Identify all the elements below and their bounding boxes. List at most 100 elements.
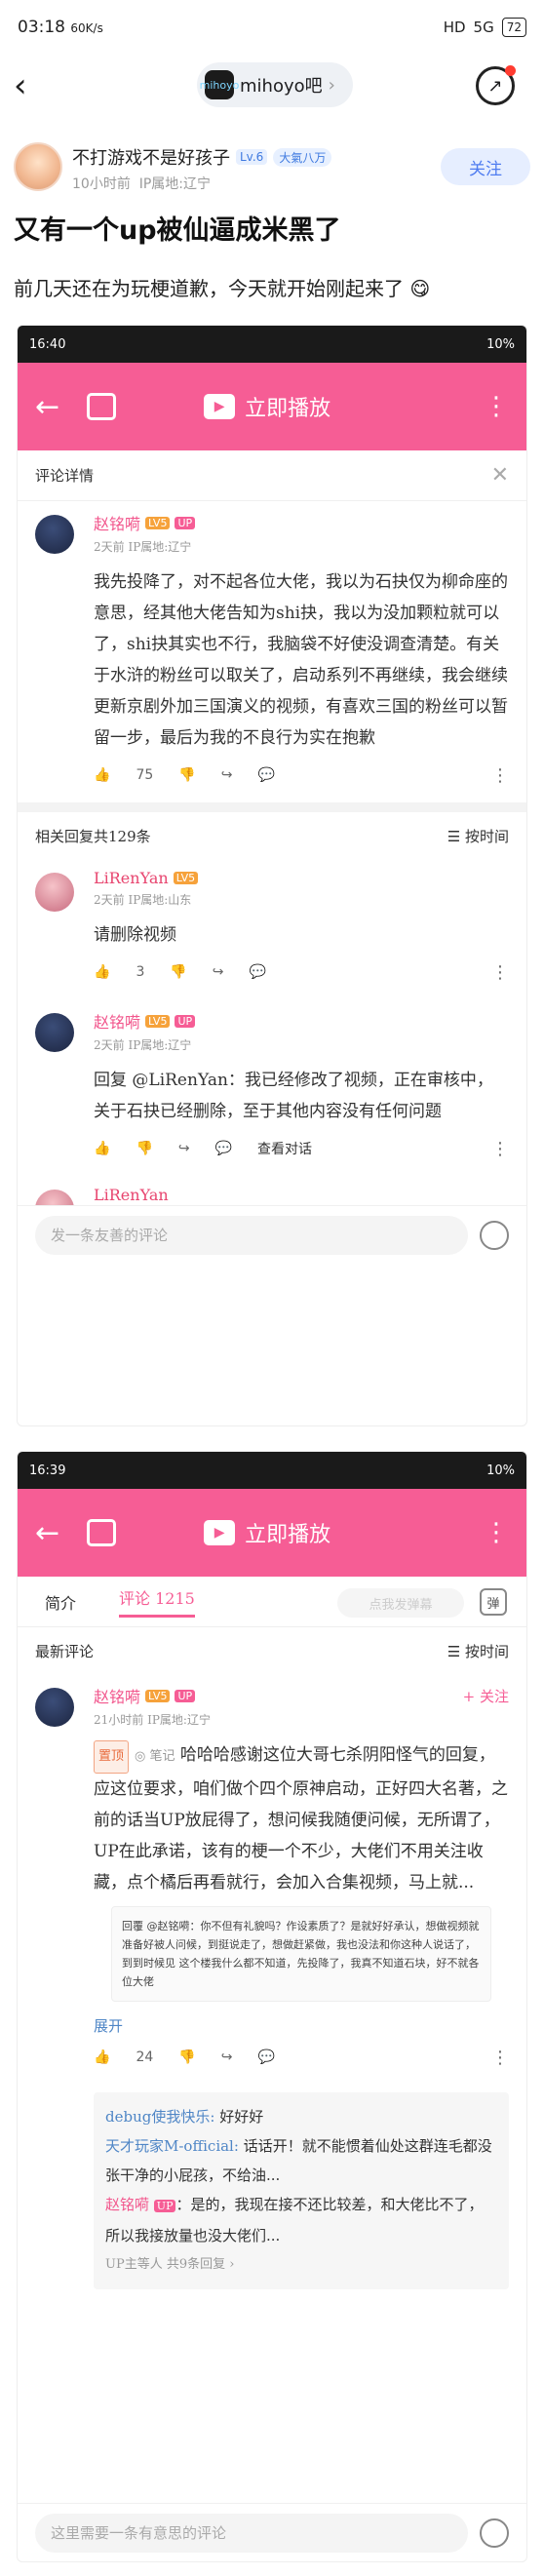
dislike-icon: 👎 bbox=[178, 2049, 196, 2065]
post-ip: IP属地:辽宁 bbox=[138, 176, 212, 192]
forum-chip[interactable]: mihoyo mihoyo吧 › bbox=[197, 62, 353, 107]
carrier-label: HD bbox=[443, 19, 466, 36]
share-icon[interactable]: ↗ bbox=[476, 65, 516, 105]
play-icon: ▶ bbox=[204, 1520, 236, 1545]
play-icon: ▶ bbox=[204, 394, 236, 419]
comment-body: 置顶 ◎ 笔记 哈哈哈感谢这位大哥七杀阴阳怪气的回复，应这位要求，咱们做个四个原神… bbox=[94, 1739, 509, 1898]
author-name[interactable]: 不打游戏不是好孩子 bbox=[72, 144, 230, 170]
commenter-line: 赵铭嗬 LV5 UP bbox=[94, 511, 509, 534]
status-right: HD 5G 72 bbox=[444, 18, 526, 37]
video-header: ← ▶ 立即播放 ⋮ bbox=[18, 1489, 526, 1577]
embedded-screenshot-1: 16:40 10% ← ▶ 立即播放 ⋮ 评论详情 ✕ 赵铭嗬 LV5 UP 2天前 IP… bbox=[17, 325, 527, 1426]
back-arrow-icon: ← bbox=[35, 1515, 60, 1550]
expand-link: 展开 bbox=[94, 2017, 124, 2035]
reply-2: 赵铭嗬 LV5 UP 2天前 IP属地:辽宁 回复 @LiRenYan：我已经修改了… bbox=[18, 999, 526, 1176]
emoji-icon bbox=[480, 1220, 509, 1250]
commenter-avatar bbox=[35, 515, 74, 554]
inner-status-bar: 16:39 10% bbox=[18, 1452, 526, 1489]
comment-actions: 👍 24 👎 ↪ 💬 ⋮ bbox=[94, 2036, 509, 2079]
comment-time: 2天前 IP属地:辽宁 bbox=[94, 1038, 192, 1052]
share-arrow-icon: ↪ bbox=[220, 767, 233, 783]
main-comment: 赵铭嗬 LV5 UP 2天前 IP属地:辽宁 我先投降了，对不起各位大佬，我以为石抉… bbox=[18, 501, 526, 802]
author-line: 不打游戏不是好孩子 Lv.6 大氣八万 bbox=[72, 144, 332, 170]
like-count: 75 bbox=[136, 767, 154, 783]
sort-icon: ☰ bbox=[447, 827, 461, 845]
reply-line: 天才玩家M-official: 话话开！就不能惯着仙处这群连毛都没张干净的小屁孩… bbox=[105, 2131, 497, 2190]
status-left: 03:18 60K/s bbox=[18, 18, 103, 37]
play-label: 立即播放 bbox=[245, 1523, 331, 1547]
back-arrow-icon: ← bbox=[35, 389, 60, 424]
comment-text: 请删除视频 bbox=[94, 925, 176, 945]
post-meta: 10小时前 IP属地:辽宁 bbox=[72, 174, 211, 193]
inner-battery: 10% bbox=[486, 336, 515, 352]
reply-1: LiRenYan LV5 2天前 IP属地:山东 请删除视频 👍 3 👎 ↪ 💬 ⋮ bbox=[18, 859, 526, 999]
note-label: ◎ 笔记 bbox=[135, 1749, 175, 1764]
status-time: 03:18 bbox=[18, 18, 65, 37]
comment-detail-header: 评论详情 ✕ bbox=[18, 450, 526, 501]
more-icon: ⋮ bbox=[484, 392, 509, 421]
comment-time: 2天前 IP属地:辽宁 bbox=[94, 540, 192, 554]
forum-logo-icon: mihoyo bbox=[200, 70, 239, 99]
status-bar: 03:18 60K/s HD 5G 72 bbox=[0, 0, 544, 55]
sort-icon: ☰ bbox=[447, 1642, 461, 1660]
pinned-tag: 置顶 bbox=[94, 1740, 130, 1774]
section-divider bbox=[18, 802, 526, 812]
level-badge: Lv.6 bbox=[236, 149, 268, 165]
play-now: ▶ 立即播放 bbox=[204, 391, 330, 422]
comment-text: 我先投降了，对不起各位大佬，我以为石抉仅为柳命座的意思，经其他大佬告知为shi抉… bbox=[94, 572, 508, 748]
panel-title: 评论详情 bbox=[35, 467, 95, 485]
reply-icon: 💬 bbox=[249, 964, 266, 980]
comment-input-bar: 这里需要一条有意思的评论 bbox=[18, 2503, 526, 2561]
follow-link: + 关注 bbox=[462, 1687, 509, 1705]
top-header: ‹ mihoyo mihoyo吧 › ↗ bbox=[0, 55, 544, 117]
up-tag: UP bbox=[175, 1014, 196, 1028]
dislike-icon: 👎 bbox=[178, 767, 196, 783]
level-tag: LV5 bbox=[145, 516, 171, 529]
inner-battery: 10% bbox=[486, 1463, 515, 1478]
share-arrow-icon: ↪ bbox=[177, 1141, 190, 1156]
inner-status-bar: 16:40 10% bbox=[18, 326, 526, 363]
danmaku-icon: 弹 bbox=[480, 1588, 507, 1616]
reply-line: 赵铭嗬 UP ：是的，我现在接不还比较差，和大佬比不了，所以我接放量也没大佬们..… bbox=[105, 2196, 484, 2244]
author-avatar[interactable] bbox=[14, 142, 62, 191]
comment-text: 哈哈哈感谢这位大哥七杀阴阳怪气的回复，应这位要求，咱们做个四个原神启动，正好四大… bbox=[94, 1745, 508, 1893]
dislike-icon: 👎 bbox=[136, 1141, 153, 1156]
reply-3-partial: LiRenYan bbox=[18, 1176, 526, 1205]
commenter-name: LiRenYan bbox=[94, 869, 169, 887]
post-time: 10小时前 bbox=[72, 176, 131, 192]
close-icon: ✕ bbox=[490, 463, 509, 488]
status-data-rate: 60K/s bbox=[70, 21, 103, 35]
play-now: ▶ 立即播放 bbox=[204, 1517, 330, 1548]
tab-intro: 简介 bbox=[45, 1593, 77, 1613]
reply-text: 好好好 bbox=[219, 2108, 264, 2126]
danmaku-input: 点我发弹幕 bbox=[337, 1588, 464, 1618]
commenter-avatar bbox=[35, 1688, 74, 1727]
commenter-name: 赵铭嗬 bbox=[94, 1688, 141, 1706]
level-tag: LV5 bbox=[173, 872, 199, 884]
like-count: 24 bbox=[136, 2049, 154, 2065]
share-arrow-icon: ↪ bbox=[212, 964, 224, 980]
reply-author: 赵铭嗬 bbox=[105, 2196, 150, 2213]
notification-dot bbox=[505, 65, 516, 76]
commenter-avatar bbox=[35, 1190, 74, 1205]
sort-label: 按时间 bbox=[464, 1642, 509, 1660]
reply-icon: 💬 bbox=[257, 767, 275, 783]
commenter-line: LiRenYan bbox=[94, 1186, 509, 1204]
comment-actions: 👍 👎 ↪ 💬 查看对话 ⋮ bbox=[94, 1127, 509, 1170]
back-arrow-icon[interactable]: ‹ bbox=[14, 68, 45, 103]
sort-label: 按时间 bbox=[464, 827, 509, 845]
note-text: 笔记 bbox=[149, 1749, 175, 1764]
more-icon: ⋮ bbox=[484, 1518, 509, 1547]
up-tag: UP bbox=[175, 516, 196, 529]
chevron-right-icon: › bbox=[328, 74, 335, 96]
follow-button[interactable]: 关注 bbox=[441, 148, 530, 185]
tab-comments: 评论 1215 bbox=[119, 1585, 195, 1618]
commenter-name: 赵铭嗬 bbox=[94, 515, 141, 533]
emoji-icon bbox=[480, 2517, 509, 2548]
home-icon bbox=[87, 393, 117, 420]
share-arrow-icon: ↪ bbox=[220, 2049, 233, 2065]
comment-time: 2天前 IP属地:山东 bbox=[94, 893, 192, 907]
reply-author: 天才玩家M-official: bbox=[105, 2137, 239, 2155]
rank-badge: 大氣八万 bbox=[273, 147, 332, 167]
view-conversation: 查看对话 bbox=[257, 1142, 313, 1157]
